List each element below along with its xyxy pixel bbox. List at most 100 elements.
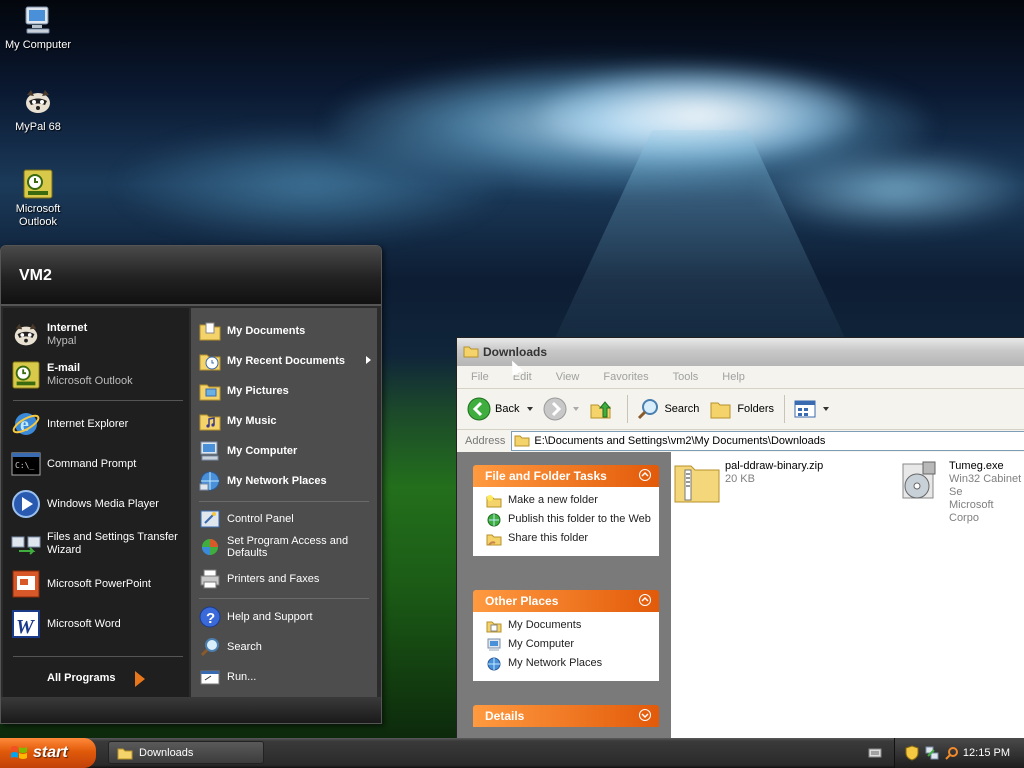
recent-windows-media-player[interactable]: Windows Media Player: [11, 487, 187, 521]
place-my-documents[interactable]: My Documents: [199, 318, 375, 344]
menu-help[interactable]: Help: [722, 371, 745, 383]
word-icon: W: [11, 609, 41, 639]
file-folder-tasks-body: Make a new folder Publish this folder to…: [473, 487, 659, 556]
folder-icon: [463, 344, 479, 361]
program-defaults-icon: [199, 536, 221, 558]
search-button[interactable]: Search: [636, 397, 699, 421]
other-my-computer-link[interactable]: My Computer: [486, 638, 658, 652]
address-value: E:\Documents and Settings\vm2\My Documen…: [534, 435, 826, 447]
system-printers-faxes[interactable]: Printers and Faxes: [199, 566, 375, 592]
start-menu: VM2 Internet Mypal E-mail Microsoft Outloo…: [0, 245, 382, 724]
file-folder-tasks-header[interactable]: File and Folder Tasks: [473, 465, 659, 487]
start-menu-programs-column: Internet Mypal E-mail Microsoft Outlook e …: [3, 308, 189, 697]
system-program-defaults[interactable]: Set Program Access and Defaults: [199, 532, 375, 562]
start-button[interactable]: start: [0, 738, 96, 768]
desktop-icon-mypal[interactable]: MyPal 68: [0, 86, 76, 134]
place-my-computer[interactable]: My Computer: [199, 438, 375, 464]
pinned-internet[interactable]: Internet Mypal: [11, 318, 187, 352]
file-item[interactable]: Tumeg.exe Win32 Cabinet Se Microsoft Cor…: [897, 460, 1024, 525]
new-folder-icon: [486, 494, 502, 508]
keyboard-icon[interactable]: [868, 747, 882, 762]
computer-icon: [22, 4, 54, 36]
search-tray-icon[interactable]: [945, 746, 959, 760]
forward-button[interactable]: [543, 397, 580, 421]
other-my-documents-link[interactable]: My Documents: [486, 619, 658, 633]
system-control-panel[interactable]: Control Panel: [199, 506, 375, 532]
security-shield-icon[interactable]: [905, 745, 919, 761]
recent-powerpoint[interactable]: Microsoft PowerPoint: [11, 567, 187, 601]
documents-folder-icon: [486, 619, 502, 633]
up-folder-button[interactable]: [589, 397, 617, 421]
other-network-places-link[interactable]: My Network Places: [486, 657, 658, 671]
toolbar-separator: [627, 395, 629, 423]
other-places-header[interactable]: Other Places: [473, 590, 659, 612]
collapse-icon[interactable]: [639, 469, 651, 481]
window-content: File and Folder Tasks Make a new folder …: [457, 452, 1024, 739]
taskbar-window-label: Downloads: [139, 746, 194, 759]
recent-internet-explorer[interactable]: e Internet Explorer: [11, 407, 187, 441]
recent-transfer-wizard[interactable]: Files and Settings Transfer Wizard: [11, 527, 187, 561]
menu-view[interactable]: View: [556, 371, 580, 383]
wallpaper-cloud: [760, 150, 1024, 230]
publish-web-link[interactable]: Publish this folder to the Web: [486, 513, 658, 527]
all-programs-button[interactable]: All Programs: [47, 672, 115, 684]
recent-command-prompt[interactable]: C:\_ Command Prompt: [11, 447, 187, 481]
documents-folder-icon: [199, 320, 221, 342]
transfer-wizard-icon: [11, 529, 41, 559]
menu-file[interactable]: File: [471, 371, 489, 383]
address-input[interactable]: E:\Documents and Settings\vm2\My Documen…: [511, 431, 1024, 451]
make-new-folder-link[interactable]: Make a new folder: [486, 494, 658, 508]
desktop-icon-outlook[interactable]: Microsoft Outlook: [0, 168, 76, 229]
place-my-pictures[interactable]: My Pictures: [199, 378, 375, 404]
pictures-folder-icon: [199, 380, 221, 402]
place-my-recent-documents[interactable]: My Recent Documents: [199, 348, 375, 374]
search-label: Search: [664, 403, 700, 415]
network-connection-icon[interactable]: [925, 746, 939, 760]
start-run[interactable]: Run...: [199, 664, 375, 690]
file-item[interactable]: pal-ddraw-binary.zip 20 KB: [673, 460, 823, 504]
file-type: Win32 Cabinet Se: [949, 473, 1022, 498]
desktop-icon-my-computer[interactable]: My Computer: [0, 4, 76, 52]
cmd-icon: C:\_: [11, 449, 41, 479]
views-button[interactable]: [793, 397, 830, 421]
details-panel: Details: [473, 705, 659, 727]
share-folder-link[interactable]: Share this folder: [486, 532, 658, 546]
details-header[interactable]: Details: [473, 705, 659, 727]
submenu-arrow-icon: [366, 356, 371, 364]
forward-dropdown-icon[interactable]: [573, 407, 580, 411]
start-menu-places-column: My Documents My Recent Documents My Pict…: [191, 308, 377, 697]
file-name: Tumeg.exe: [949, 460, 1004, 472]
place-my-music[interactable]: My Music: [199, 408, 375, 434]
recent-word[interactable]: W Microsoft Word: [11, 607, 187, 641]
share-folder-icon: [486, 532, 502, 546]
svg-text:C:\_: C:\_: [15, 461, 34, 470]
powerpoint-icon: [11, 569, 41, 599]
help-and-support[interactable]: ? Help and Support: [199, 604, 375, 630]
views-dropdown-icon[interactable]: [823, 407, 830, 411]
collapse-icon[interactable]: [639, 594, 651, 606]
clock[interactable]: 12:15 PM: [963, 747, 1010, 759]
music-folder-icon: [199, 410, 221, 432]
taskbar-window-downloads[interactable]: Downloads: [108, 741, 264, 764]
start-menu-separator: [199, 598, 369, 599]
back-dropdown-icon[interactable]: [527, 407, 534, 411]
windows-logo-icon: [10, 744, 28, 762]
place-my-network-places[interactable]: My Network Places: [199, 468, 375, 494]
folders-button[interactable]: Folders: [709, 397, 774, 421]
start-menu-separator: [13, 656, 183, 657]
pinned-email[interactable]: E-mail Microsoft Outlook: [11, 358, 187, 392]
menu-favorites[interactable]: Favorites: [603, 371, 648, 383]
menu-tools[interactable]: Tools: [673, 371, 699, 383]
window-titlebar[interactable]: Downloads: [457, 338, 1024, 366]
address-bar: Address E:\Documents and Settings\vm2\My…: [457, 430, 1024, 453]
expand-icon[interactable]: [639, 709, 651, 721]
start-search[interactable]: Search: [199, 634, 375, 660]
menu-bar: File Edit View Favorites Tools Help: [457, 366, 1024, 389]
back-button[interactable]: Back: [467, 397, 534, 421]
zip-folder-icon: [673, 460, 721, 504]
start-menu-user-name: VM2: [1, 246, 381, 306]
help-icon: ?: [199, 606, 221, 628]
desktop-icon-label: MyPal 68: [15, 121, 61, 133]
control-panel-icon: [199, 508, 221, 530]
panel-title: Other Places: [485, 594, 559, 608]
